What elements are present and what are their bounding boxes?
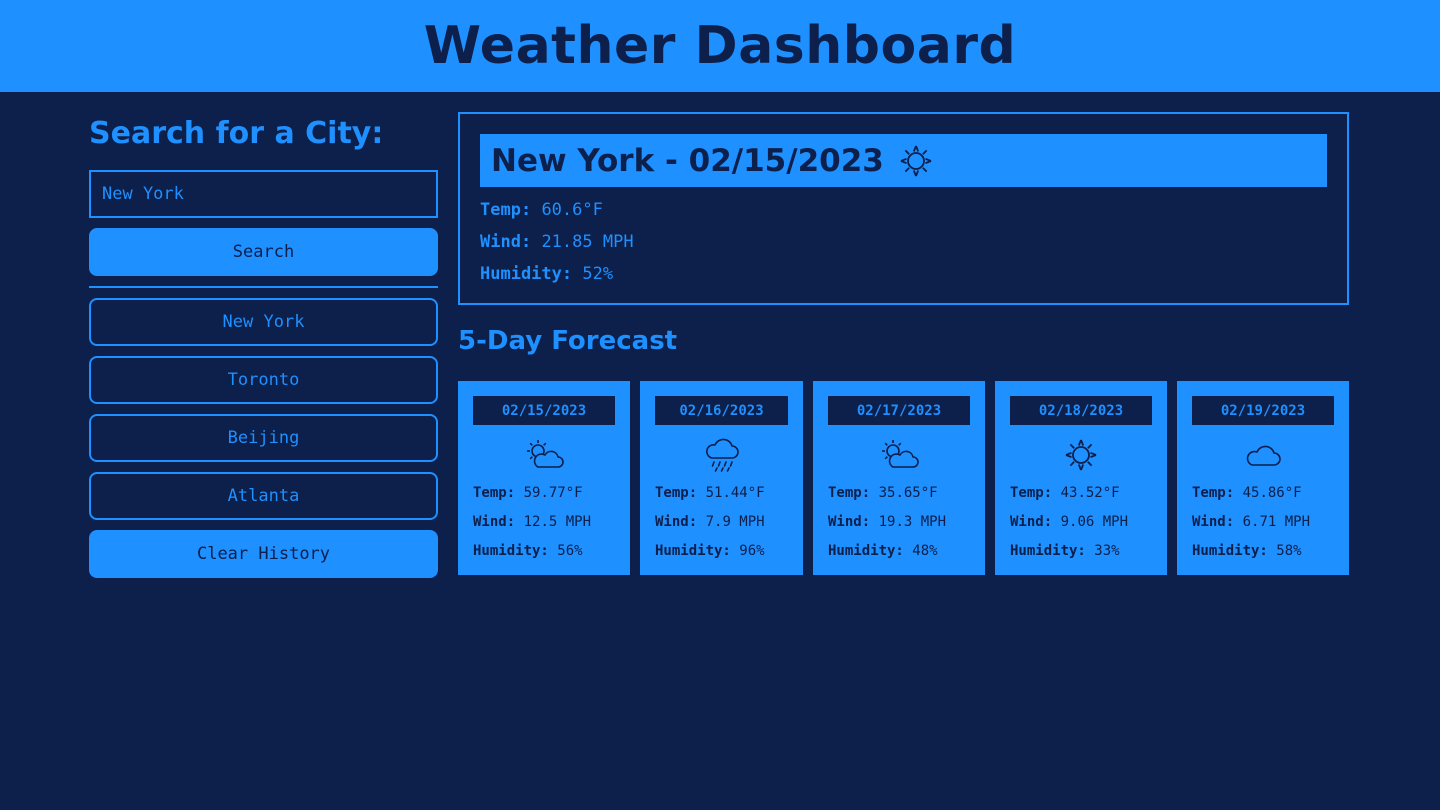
forecast-wind: Wind: 7.9 MPH xyxy=(655,514,765,530)
history-button-beijing[interactable]: Beijing xyxy=(89,414,438,462)
current-humidity: Humidity: 52% xyxy=(480,264,614,284)
city-search-input[interactable] xyxy=(89,170,438,218)
forecast-card: 02/17/2023 Temp: 35.65°F Wind: 19.3 MPH … xyxy=(813,381,985,575)
current-weather-title: New York - 02/15/2023 xyxy=(491,142,884,179)
current-wind: Wind: 21.85 MPH xyxy=(480,232,634,252)
forecast-temp: Temp: 43.52°F xyxy=(1010,485,1120,501)
forecast-card: 02/19/2023 Temp: 45.86°F Wind: 6.71 MPH … xyxy=(1177,381,1349,575)
current-weather-panel: New York - 02/15/2023 Temp: 60.6°F Wind:… xyxy=(458,112,1349,305)
forecast-title: 5-Day Forecast xyxy=(458,326,678,356)
forecast-humidity: Humidity: 58% xyxy=(1192,543,1302,559)
partly-cloudy-icon xyxy=(813,437,985,473)
forecast-date: 02/19/2023 xyxy=(1192,396,1334,425)
forecast-wind: Wind: 12.5 MPH xyxy=(473,514,592,530)
history-button-atlanta[interactable]: Atlanta xyxy=(89,472,438,520)
divider xyxy=(89,286,438,288)
forecast-date: 02/15/2023 xyxy=(473,396,615,425)
current-weather-header: New York - 02/15/2023 xyxy=(480,134,1327,187)
forecast-date: 02/17/2023 xyxy=(828,396,970,425)
history-button-new-york[interactable]: New York xyxy=(89,298,438,346)
search-sidebar: Search for a City: Search New York Toron… xyxy=(89,112,438,582)
forecast-humidity: Humidity: 56% xyxy=(473,543,583,559)
page-title: Weather Dashboard xyxy=(423,16,1017,76)
history-button-toronto[interactable]: Toronto xyxy=(89,356,438,404)
forecast-temp: Temp: 35.65°F xyxy=(828,485,938,501)
partly-cloudy-icon xyxy=(458,437,630,473)
forecast-humidity: Humidity: 48% xyxy=(828,543,938,559)
forecast-temp: Temp: 45.86°F xyxy=(1192,485,1302,501)
forecast-wind: Wind: 6.71 MPH xyxy=(1192,514,1311,530)
forecast-card: 02/16/2023 Temp: 51.44°F Wind: 7.9 MPH H… xyxy=(640,381,803,575)
rain-icon xyxy=(640,437,803,473)
forecast-date: 02/18/2023 xyxy=(1010,396,1152,425)
forecast-wind: Wind: 9.06 MPH xyxy=(1010,514,1129,530)
forecast-temp: Temp: 59.77°F xyxy=(473,485,583,501)
current-temp: Temp: 60.6°F xyxy=(480,200,603,220)
forecast-date: 02/16/2023 xyxy=(655,396,788,425)
search-button[interactable]: Search xyxy=(89,228,438,276)
clear-history-button[interactable]: Clear History xyxy=(89,530,438,578)
forecast-humidity: Humidity: 96% xyxy=(655,543,765,559)
sun-icon xyxy=(898,143,934,179)
search-heading: Search for a City: xyxy=(89,116,384,151)
forecast-card: 02/15/2023 Temp: 59.77°F Wind: 12.5 MPH … xyxy=(458,381,630,575)
forecast-wind: Wind: 19.3 MPH xyxy=(828,514,947,530)
cloud-icon xyxy=(1177,437,1349,473)
forecast-humidity: Humidity: 33% xyxy=(1010,543,1120,559)
forecast-temp: Temp: 51.44°F xyxy=(655,485,765,501)
page-header: Weather Dashboard xyxy=(0,0,1440,92)
sun-icon xyxy=(995,437,1167,473)
forecast-card: 02/18/2023 Temp: 43.52°F Wind: 9.06 MPH … xyxy=(995,381,1167,575)
